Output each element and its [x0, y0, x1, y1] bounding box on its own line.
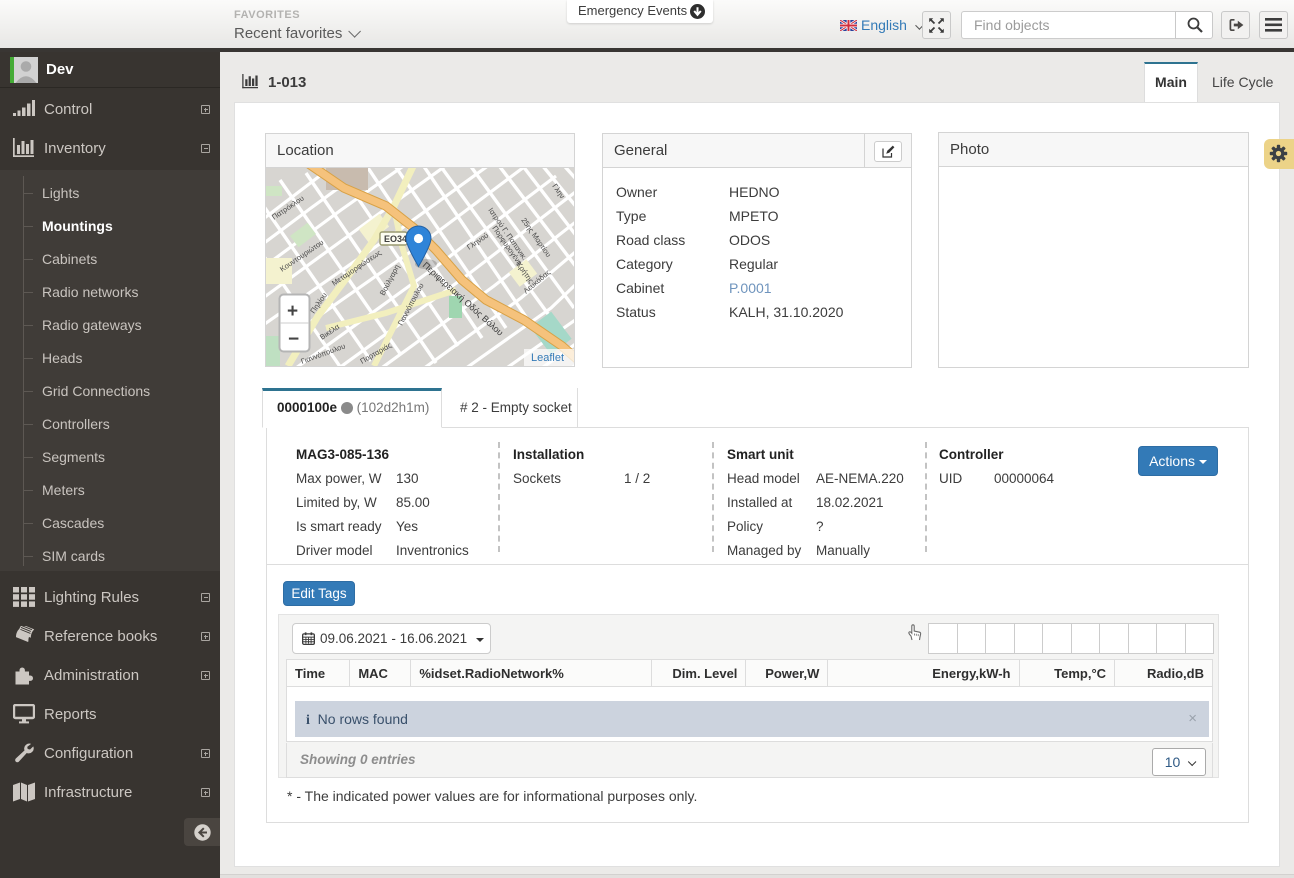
svg-text:EO34: EO34 [384, 234, 407, 244]
svg-text:+: + [287, 301, 298, 322]
svg-text:Leaflet: Leaflet [531, 352, 564, 364]
svg-text:−: − [288, 329, 299, 350]
